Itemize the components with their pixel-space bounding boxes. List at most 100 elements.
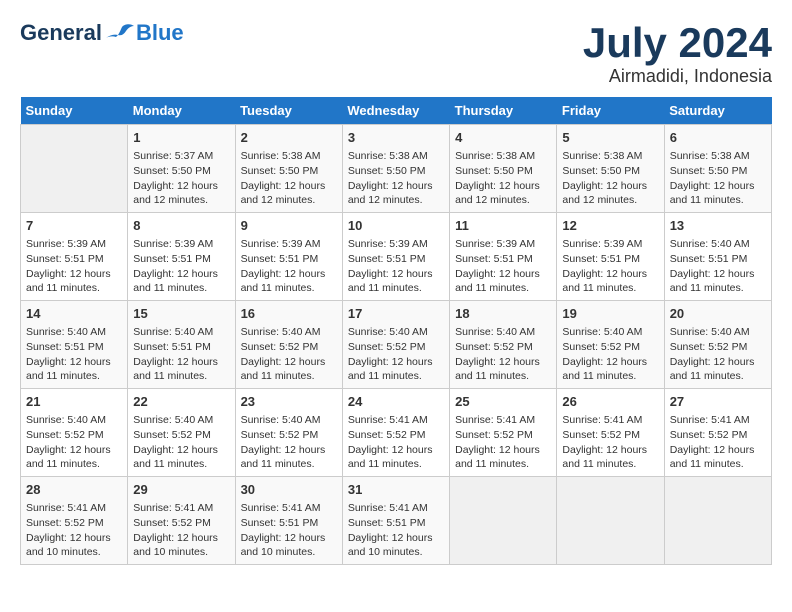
day-info: Sunrise: 5:40 AM Sunset: 5:52 PM Dayligh… (241, 413, 337, 472)
calendar-cell: 10 Sunrise: 5:39 AM Sunset: 5:51 PM Dayli… (342, 213, 449, 301)
day-info: Sunrise: 5:39 AM Sunset: 5:51 PM Dayligh… (348, 237, 444, 296)
logo-bird-icon (104, 23, 134, 45)
day-info: Sunrise: 5:38 AM Sunset: 5:50 PM Dayligh… (562, 149, 658, 208)
day-info: Sunrise: 5:40 AM Sunset: 5:51 PM Dayligh… (133, 325, 229, 384)
calendar-cell: 28 Sunrise: 5:41 AM Sunset: 5:52 PM Dayli… (21, 476, 128, 564)
day-number: 13 (670, 217, 766, 235)
week-row-4: 21 Sunrise: 5:40 AM Sunset: 5:52 PM Dayli… (21, 389, 772, 477)
day-info: Sunrise: 5:39 AM Sunset: 5:51 PM Dayligh… (26, 237, 122, 296)
calendar-cell: 23Sunrise: 5:40 AM Sunset: 5:52 PM Dayli… (235, 389, 342, 477)
day-number: 14 (26, 305, 122, 323)
week-row-5: 28 Sunrise: 5:41 AM Sunset: 5:52 PM Dayli… (21, 476, 772, 564)
calendar-cell (557, 476, 664, 564)
day-info: Sunrise: 5:41 AM Sunset: 5:52 PM Dayligh… (455, 413, 551, 472)
day-number: 18 (455, 305, 551, 323)
week-row-2: 7 Sunrise: 5:39 AM Sunset: 5:51 PM Daylig… (21, 213, 772, 301)
day-number: 21 (26, 393, 122, 411)
calendar-cell: 11 Sunrise: 5:39 AM Sunset: 5:51 PM Dayli… (450, 213, 557, 301)
day-number: 24 (348, 393, 444, 411)
header-day-wednesday: Wednesday (342, 97, 449, 125)
day-info: Sunrise: 5:40 AM Sunset: 5:52 PM Dayligh… (241, 325, 337, 384)
day-number: 6 (670, 129, 766, 147)
day-number: 15 (133, 305, 229, 323)
calendar-cell: 17 Sunrise: 5:40 AM Sunset: 5:52 PM Dayli… (342, 301, 449, 389)
logo-blue: Blue (136, 20, 184, 46)
calendar-cell: 20 Sunrise: 5:40 AM Sunset: 5:52 PM Dayli… (664, 301, 771, 389)
day-number: 30 (241, 481, 337, 499)
calendar-cell: 22 Sunrise: 5:40 AM Sunset: 5:52 PM Dayli… (128, 389, 235, 477)
calendar-cell: 8Sunrise: 5:39 AM Sunset: 5:51 PM Daylig… (128, 213, 235, 301)
calendar-cell: 30 Sunrise: 5:41 AM Sunset: 5:51 PM Dayli… (235, 476, 342, 564)
day-number: 16 (241, 305, 337, 323)
calendar-cell: 9Sunrise: 5:39 AM Sunset: 5:51 PM Daylig… (235, 213, 342, 301)
calendar-cell: 4Sunrise: 5:38 AM Sunset: 5:50 PM Daylig… (450, 125, 557, 213)
day-number: 19 (562, 305, 658, 323)
calendar-cell: 16 Sunrise: 5:40 AM Sunset: 5:52 PM Dayli… (235, 301, 342, 389)
title-section: July 2024 Airmadidi, Indonesia (583, 20, 772, 87)
calendar-cell (450, 476, 557, 564)
calendar-cell: 25 Sunrise: 5:41 AM Sunset: 5:52 PM Dayli… (450, 389, 557, 477)
day-number: 26 (562, 393, 658, 411)
calendar-cell: 26 Sunrise: 5:41 AM Sunset: 5:52 PM Dayli… (557, 389, 664, 477)
day-info: Sunrise: 5:40 AM Sunset: 5:52 PM Dayligh… (455, 325, 551, 384)
day-info: Sunrise: 5:40 AM Sunset: 5:51 PM Dayligh… (26, 325, 122, 384)
logo: General Blue (20, 20, 184, 46)
main-title: July 2024 (583, 20, 772, 66)
day-info: Sunrise: 5:39 AM Sunset: 5:51 PM Dayligh… (455, 237, 551, 296)
day-info: Sunrise: 5:40 AM Sunset: 5:52 PM Dayligh… (562, 325, 658, 384)
day-number: 29 (133, 481, 229, 499)
day-number: 22 (133, 393, 229, 411)
calendar-cell: 27Sunrise: 5:41 AM Sunset: 5:52 PM Dayli… (664, 389, 771, 477)
subtitle: Airmadidi, Indonesia (583, 66, 772, 87)
header-day-sunday: Sunday (21, 97, 128, 125)
calendar-cell: 2 Sunrise: 5:38 AM Sunset: 5:50 PM Daylig… (235, 125, 342, 213)
day-info: Sunrise: 5:41 AM Sunset: 5:52 PM Dayligh… (562, 413, 658, 472)
calendar-cell: 24 Sunrise: 5:41 AM Sunset: 5:52 PM Dayli… (342, 389, 449, 477)
day-number: 10 (348, 217, 444, 235)
day-number: 7 (26, 217, 122, 235)
calendar-cell (664, 476, 771, 564)
header-day-thursday: Thursday (450, 97, 557, 125)
calendar-cell: 13 Sunrise: 5:40 AM Sunset: 5:51 PM Dayli… (664, 213, 771, 301)
day-info: Sunrise: 5:39 AM Sunset: 5:51 PM Dayligh… (133, 237, 229, 296)
calendar-cell: 1Sunrise: 5:37 AM Sunset: 5:50 PM Daylig… (128, 125, 235, 213)
day-number: 12 (562, 217, 658, 235)
day-number: 11 (455, 217, 551, 235)
day-number: 3 (348, 129, 444, 147)
day-info: Sunrise: 5:38 AM Sunset: 5:50 PM Dayligh… (348, 149, 444, 208)
day-info: Sunrise: 5:38 AM Sunset: 5:50 PM Dayligh… (455, 149, 551, 208)
logo-general: General (20, 20, 102, 45)
day-number: 20 (670, 305, 766, 323)
calendar-cell: 21 Sunrise: 5:40 AM Sunset: 5:52 PM Dayli… (21, 389, 128, 477)
day-info: Sunrise: 5:41 AM Sunset: 5:51 PM Dayligh… (348, 501, 444, 560)
calendar-cell: 19 Sunrise: 5:40 AM Sunset: 5:52 PM Dayli… (557, 301, 664, 389)
calendar-cell: 5 Sunrise: 5:38 AM Sunset: 5:50 PM Daylig… (557, 125, 664, 213)
day-info: Sunrise: 5:38 AM Sunset: 5:50 PM Dayligh… (241, 149, 337, 208)
day-info: Sunrise: 5:40 AM Sunset: 5:52 PM Dayligh… (348, 325, 444, 384)
day-number: 28 (26, 481, 122, 499)
day-info: Sunrise: 5:40 AM Sunset: 5:52 PM Dayligh… (133, 413, 229, 472)
header-day-saturday: Saturday (664, 97, 771, 125)
calendar-cell: 14 Sunrise: 5:40 AM Sunset: 5:51 PM Dayli… (21, 301, 128, 389)
day-info: Sunrise: 5:40 AM Sunset: 5:52 PM Dayligh… (670, 325, 766, 384)
day-info: Sunrise: 5:40 AM Sunset: 5:52 PM Dayligh… (26, 413, 122, 472)
day-info: Sunrise: 5:41 AM Sunset: 5:52 PM Dayligh… (348, 413, 444, 472)
calendar-cell: 18 Sunrise: 5:40 AM Sunset: 5:52 PM Dayli… (450, 301, 557, 389)
calendar-body: 1Sunrise: 5:37 AM Sunset: 5:50 PM Daylig… (21, 125, 772, 565)
calendar-header: SundayMondayTuesdayWednesdayThursdayFrid… (21, 97, 772, 125)
day-info: Sunrise: 5:41 AM Sunset: 5:52 PM Dayligh… (26, 501, 122, 560)
day-info: Sunrise: 5:40 AM Sunset: 5:51 PM Dayligh… (670, 237, 766, 296)
day-info: Sunrise: 5:41 AM Sunset: 5:51 PM Dayligh… (241, 501, 337, 560)
day-number: 17 (348, 305, 444, 323)
day-number: 2 (241, 129, 337, 147)
calendar-cell: 31 Sunrise: 5:41 AM Sunset: 5:51 PM Dayli… (342, 476, 449, 564)
day-info: Sunrise: 5:41 AM Sunset: 5:52 PM Dayligh… (133, 501, 229, 560)
day-number: 5 (562, 129, 658, 147)
calendar-cell: 6Sunrise: 5:38 AM Sunset: 5:50 PM Daylig… (664, 125, 771, 213)
calendar-cell: 29 Sunrise: 5:41 AM Sunset: 5:52 PM Dayli… (128, 476, 235, 564)
day-number: 25 (455, 393, 551, 411)
day-number: 31 (348, 481, 444, 499)
header-day-monday: Monday (128, 97, 235, 125)
day-info: Sunrise: 5:41 AM Sunset: 5:52 PM Dayligh… (670, 413, 766, 472)
header-day-friday: Friday (557, 97, 664, 125)
